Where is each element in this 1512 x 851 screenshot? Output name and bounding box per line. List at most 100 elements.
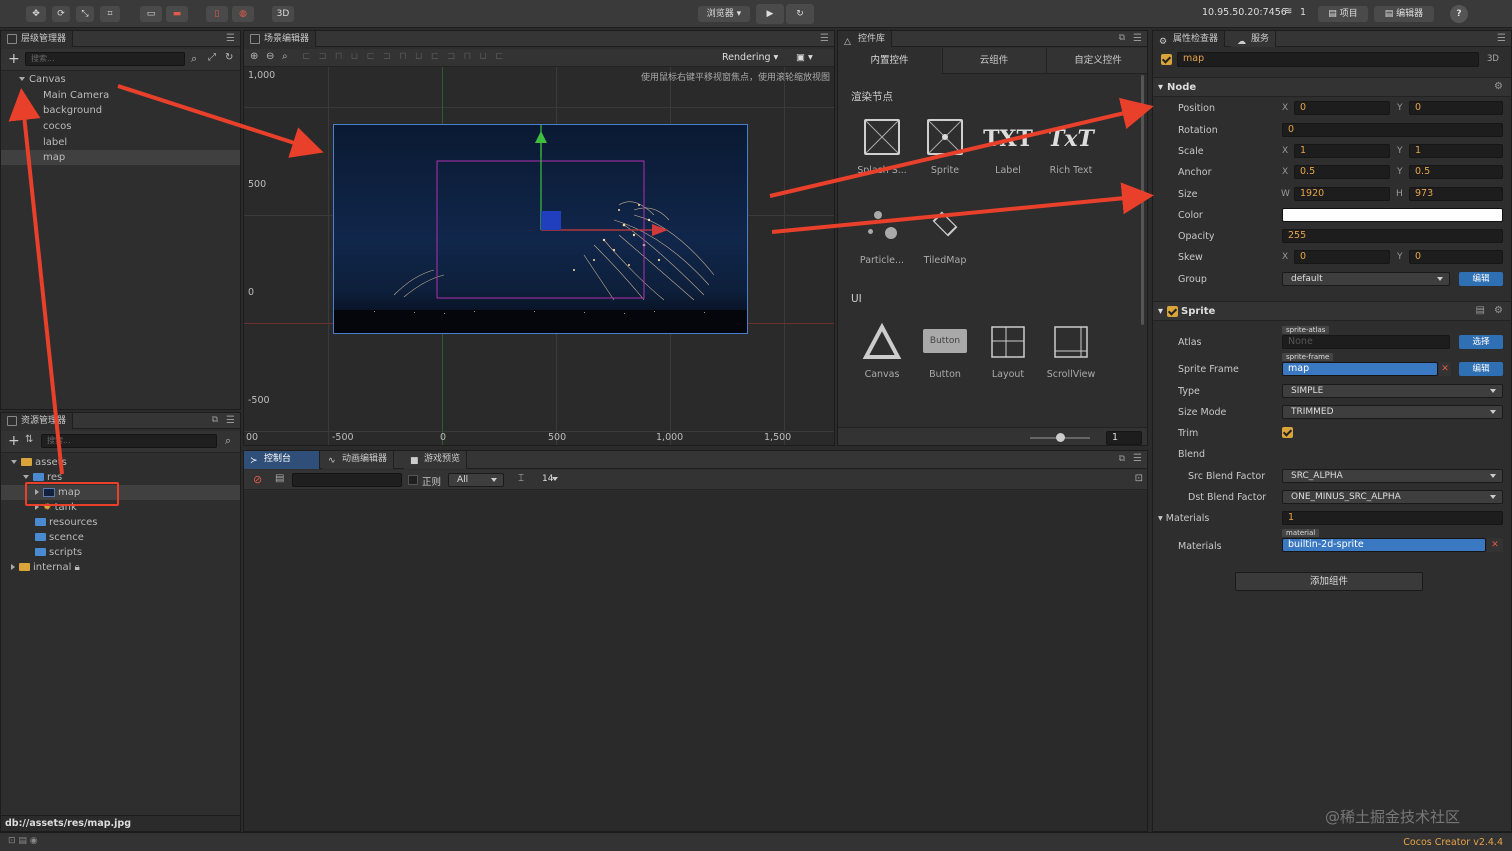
tree-item-background[interactable]: background	[43, 103, 102, 118]
add-asset-button[interactable]: +	[8, 433, 20, 449]
assets-search-input[interactable]: 搜索...	[41, 434, 217, 448]
local-space-button[interactable]: ▯	[206, 6, 228, 22]
camera-dropdown[interactable]: ▣ ▾	[796, 52, 813, 63]
tab-library[interactable]: △ 控件库	[838, 31, 893, 47]
align-tools[interactable]: ⊏⊐⊓⊔⊏⊐⊓⊔⊏⊐⊓⊔⊏	[302, 51, 511, 62]
lib-item-button[interactable]: Button Button	[915, 323, 975, 380]
menu-icon[interactable]: ☰	[226, 34, 235, 44]
dst-blend-select[interactable]: ONE_MINUS_SRC_ALPHA	[1282, 490, 1503, 504]
group-select[interactable]: default	[1282, 272, 1450, 286]
refresh-icon[interactable]: ↻	[225, 52, 233, 63]
help-button[interactable]: ?	[1450, 5, 1468, 23]
src-blend-select[interactable]: SRC_ALPHA	[1282, 469, 1503, 483]
scale-y-input[interactable]: 1	[1409, 144, 1503, 158]
position-y-input[interactable]: 0	[1409, 101, 1503, 115]
editor-button[interactable]: ▤ 编辑器	[1374, 6, 1434, 22]
hierarchy-search-input[interactable]: 搜索...	[25, 52, 185, 66]
scrollbar[interactable]	[1141, 75, 1144, 325]
lib-item-sprite[interactable]: Sprite	[915, 119, 975, 176]
opacity-input[interactable]: 255	[1282, 229, 1503, 243]
tab-scene[interactable]: 场景编辑器	[244, 31, 317, 47]
tree-item-resources[interactable]: resources	[35, 515, 97, 530]
zoom-in-icon[interactable]: ⊕	[250, 51, 258, 62]
zoom-input[interactable]: 1	[1106, 431, 1142, 445]
type-select[interactable]: SIMPLE	[1282, 384, 1503, 398]
font-size-select[interactable]: 14	[534, 473, 564, 487]
tree-item-map[interactable]: map	[1, 150, 240, 165]
sort-icon[interactable]: ⇅	[25, 434, 33, 445]
log-file-icon[interactable]: ▤	[275, 473, 284, 484]
sprite-frame-edit-button[interactable]: 编辑	[1459, 362, 1503, 376]
locate-icon[interactable]: ⤢	[208, 52, 216, 63]
clear-icon[interactable]: ✕	[1487, 538, 1503, 552]
tab-game-preview[interactable]: ■ 游戏预览	[404, 451, 468, 469]
refresh-button[interactable]: ↻	[786, 4, 814, 24]
menu-icon[interactable]: ☰	[1497, 34, 1506, 44]
trim-checkbox[interactable]	[1282, 427, 1293, 438]
rect-tool-button[interactable]: ⌗	[100, 6, 120, 22]
zoom-slider-thumb[interactable]	[1056, 433, 1065, 442]
add-node-button[interactable]: +	[8, 51, 20, 67]
tab-assets[interactable]: 资源管理器	[1, 413, 74, 429]
clear-icon[interactable]: ⊘	[253, 473, 262, 486]
menu-icon[interactable]: ☰	[820, 34, 829, 44]
pivot-center-button[interactable]: ▬	[166, 6, 188, 22]
scene-viewport[interactable]: 1,000 500 0 -500 00 -500 0 500 1,000 1,5…	[244, 67, 834, 445]
tab-inspector[interactable]: ⚙ 属性检查器	[1153, 31, 1226, 47]
pivot-local-button[interactable]: ▭	[140, 6, 162, 22]
scale-x-input[interactable]: 1	[1294, 144, 1390, 158]
clear-icon[interactable]: ✕	[1439, 362, 1451, 376]
skew-x-input[interactable]: 0	[1294, 250, 1390, 264]
lib-item-splash-sprite[interactable]: Splash S...	[852, 119, 912, 176]
size-height-input[interactable]: 973	[1409, 187, 1503, 201]
anchor-y-input[interactable]: 0.5	[1409, 165, 1503, 179]
tab-cloud-components[interactable]: 云组件	[942, 48, 1045, 74]
doc-icon[interactable]: ▤	[1476, 305, 1485, 316]
tree-item-cocos[interactable]: cocos	[43, 119, 71, 134]
lib-item-scrollview[interactable]: ScrollView	[1041, 323, 1101, 380]
mode-3d-button[interactable]: 3D	[272, 6, 294, 22]
lib-item-layout[interactable]: Layout	[978, 323, 1038, 380]
tab-animation-editor[interactable]: ∿ 动画编辑器	[322, 451, 395, 469]
tree-item-assets[interactable]: assets	[11, 455, 67, 470]
tree-item-main-camera[interactable]: Main Camera	[43, 88, 109, 103]
move-tool-button[interactable]: ✥	[26, 6, 46, 22]
node-name-input[interactable]: map	[1177, 52, 1479, 67]
tab-services[interactable]: ☁ 服务	[1231, 31, 1277, 47]
console-filter-input[interactable]	[292, 473, 402, 487]
tree-item-scence[interactable]: scence	[35, 530, 84, 545]
material-input[interactable]: builtin-2d-sprite	[1282, 538, 1486, 552]
lib-item-particle[interactable]: Particle...	[852, 207, 912, 266]
gear-icon[interactable]: ⚙	[1494, 305, 1503, 316]
tab-custom-controls[interactable]: 自定义控件	[1046, 48, 1147, 74]
tree-item-label[interactable]: label	[43, 135, 67, 150]
log-level-select[interactable]: All	[448, 473, 504, 487]
menu-icon[interactable]: ☰	[226, 416, 235, 426]
group-edit-button[interactable]: 编辑	[1459, 272, 1503, 286]
menu-icon[interactable]: ☰	[1133, 454, 1142, 464]
sprite-section-header[interactable]: ▾ Sprite ▤ ⚙	[1153, 301, 1511, 321]
atlas-select-button[interactable]: 选择	[1459, 335, 1503, 349]
scale-tool-button[interactable]: ⤡	[76, 6, 94, 22]
tree-item-internal[interactable]: internal 🔒︎	[11, 560, 80, 575]
project-button[interactable]: ▤ 项目	[1318, 6, 1368, 22]
collapse-icon[interactable]: ⊡	[1135, 473, 1143, 484]
tree-item-scripts[interactable]: scripts	[35, 545, 82, 560]
node-active-checkbox[interactable]	[1161, 54, 1172, 65]
atlas-input[interactable]: None	[1282, 335, 1450, 349]
size-mode-select[interactable]: TRIMMED	[1282, 405, 1503, 419]
lib-item-rich-text[interactable]: TxT Rich Text	[1041, 119, 1101, 176]
rotate-tool-button[interactable]: ⟳	[52, 6, 70, 22]
gear-icon[interactable]: ⚙	[1494, 81, 1503, 92]
sprite-frame-input[interactable]: map	[1282, 362, 1438, 376]
regex-checkbox[interactable]	[408, 475, 418, 485]
tab-builtin-controls[interactable]: 内置控件	[838, 48, 941, 74]
search-icon[interactable]: ⌕	[225, 434, 231, 448]
color-picker[interactable]	[1282, 208, 1503, 222]
popout-icon[interactable]: ⧉	[212, 415, 218, 425]
tab-console[interactable]: ≻ 控制台	[244, 451, 320, 469]
zoom-out-icon[interactable]: ⊖	[266, 51, 274, 62]
size-width-input[interactable]: 1920	[1294, 187, 1390, 201]
menu-icon[interactable]: ☰	[1133, 34, 1142, 44]
zoom-reset-icon[interactable]: ⌕	[282, 51, 288, 62]
